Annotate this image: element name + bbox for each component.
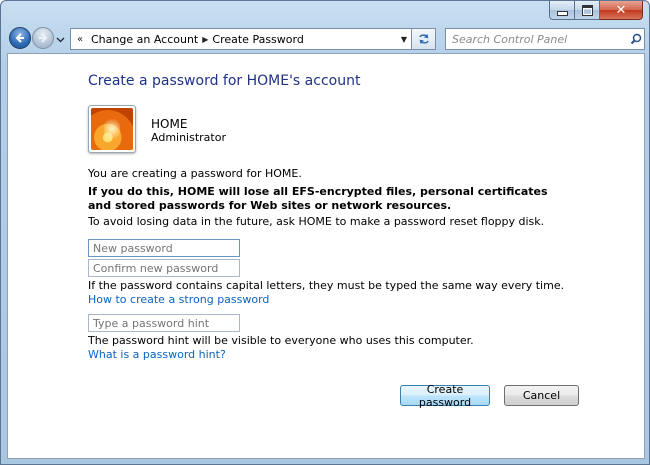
navigation-bar: « Change an Account ▶ Create Password ▼ …: [7, 27, 645, 51]
search-placeholder[interactable]: Search Control Panel: [446, 33, 628, 46]
close-icon: ✕: [615, 2, 627, 18]
caption-buttons: ✕: [549, 1, 643, 20]
content-pane: Create a password for HOME's account HOM…: [7, 53, 645, 459]
control-panel-window: ✕ « Change an Account ▶ Create Password …: [0, 0, 650, 465]
warning-text: If you do this, HOME will lose all EFS-e…: [88, 185, 548, 212]
password-hint-link[interactable]: What is a password hint?: [88, 348, 226, 361]
close-button[interactable]: ✕: [600, 1, 643, 20]
cancel-button[interactable]: Cancel: [504, 385, 579, 406]
password-hint-field[interactable]: [88, 314, 240, 332]
forward-button[interactable]: [32, 27, 54, 49]
recent-pages-button[interactable]: [56, 34, 65, 43]
user-role: Administrator: [151, 131, 226, 144]
advice-text: To avoid losing data in the future, ask …: [88, 215, 545, 228]
flower-picture-icon: [91, 108, 133, 150]
page-title: Create a password for HOME's account: [88, 73, 361, 89]
back-arrow-icon: [15, 33, 24, 43]
new-password-field[interactable]: [88, 239, 240, 257]
confirm-password-field[interactable]: [88, 259, 240, 277]
hint-visibility-note: The password hint will be visible to eve…: [88, 334, 474, 347]
avatar: [88, 105, 136, 153]
address-bar[interactable]: « Change an Account ▶ Create Password ▼: [70, 28, 412, 50]
create-password-button[interactable]: Create password: [400, 383, 490, 409]
back-button[interactable]: [9, 27, 31, 49]
address-overflow-icon[interactable]: «: [73, 34, 87, 45]
forward-arrow-icon: [39, 33, 48, 43]
refresh-icon: [418, 34, 429, 44]
breadcrumb-create-password[interactable]: Create Password: [208, 33, 307, 46]
maximize-icon: [581, 4, 593, 16]
refresh-button[interactable]: [412, 28, 436, 50]
breadcrumb-change-account[interactable]: Change an Account: [87, 33, 202, 46]
search-icon[interactable]: [628, 33, 644, 45]
capital-letters-note: If the password contains capital letters…: [88, 279, 565, 292]
search-box[interactable]: Search Control Panel: [445, 28, 645, 50]
maximize-button[interactable]: [575, 1, 600, 20]
intro-text: You are creating a password for HOME.: [88, 167, 302, 180]
chevron-down-icon: [56, 37, 65, 43]
minimize-button[interactable]: [549, 1, 575, 20]
address-dropdown-icon[interactable]: ▼: [401, 35, 407, 44]
strong-password-link[interactable]: How to create a strong password: [88, 293, 269, 306]
minimize-icon: [556, 10, 568, 16]
user-name: HOME: [151, 117, 188, 131]
